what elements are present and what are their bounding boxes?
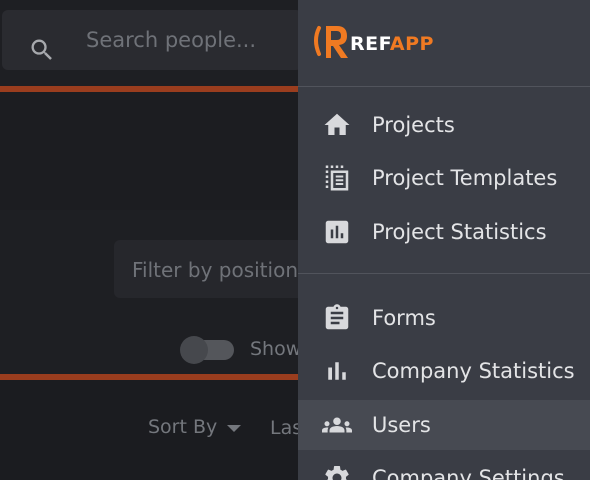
- search-input[interactable]: [86, 10, 296, 70]
- drawer-divider: [298, 273, 590, 274]
- app-logo-text: REFAPP: [350, 33, 434, 55]
- drawer-header: REFAPP: [298, 0, 590, 86]
- nav-item-project-statistics[interactable]: Project Statistics: [298, 206, 590, 258]
- show-toggle-knob[interactable]: [180, 336, 208, 364]
- refapp-logo-icon: [314, 26, 348, 58]
- nav-item-users[interactable]: Users: [298, 400, 590, 450]
- nav-label: Project Statistics: [372, 220, 547, 244]
- nav-label: Company Settings: [372, 466, 565, 480]
- navigation-drawer: REFAPP Projects Project Templates Projec…: [298, 0, 590, 480]
- home-icon: [320, 108, 354, 142]
- people-icon: [320, 408, 354, 442]
- template-list-icon: [320, 161, 354, 195]
- clipboard-icon: [320, 301, 354, 335]
- nav-label: Users: [372, 413, 431, 437]
- nav-label: Project Templates: [372, 166, 558, 190]
- caret-down-icon: [227, 424, 242, 432]
- nav-item-company-statistics[interactable]: Company Statistics: [298, 345, 590, 397]
- content-area: [0, 92, 300, 210]
- nav-label: Company Statistics: [372, 359, 575, 383]
- nav-label: Forms: [372, 306, 436, 330]
- logo-text-app: APP: [389, 33, 434, 55]
- sort-by-dropdown[interactable]: Sort By: [148, 416, 242, 438]
- nav-item-forms[interactable]: Forms: [298, 292, 590, 344]
- nav-item-company-settings[interactable]: Company Settings: [298, 452, 590, 480]
- nav-item-project-templates[interactable]: Project Templates: [298, 152, 590, 204]
- bar-chart-icon: [320, 354, 354, 388]
- show-toggle-label: Show: [250, 338, 302, 360]
- filter-position-input[interactable]: [132, 244, 300, 296]
- nav-item-projects[interactable]: Projects: [298, 99, 590, 151]
- nav-label: Projects: [372, 113, 455, 137]
- sort-by-label: Sort By: [148, 416, 218, 438]
- accent-divider-bottom: [0, 374, 300, 380]
- drawer-divider: [298, 86, 590, 87]
- gear-icon: [320, 461, 354, 480]
- stats-box-icon: [320, 215, 354, 249]
- logo-text-ref: REF: [350, 33, 390, 55]
- search-icon: [31, 39, 52, 60]
